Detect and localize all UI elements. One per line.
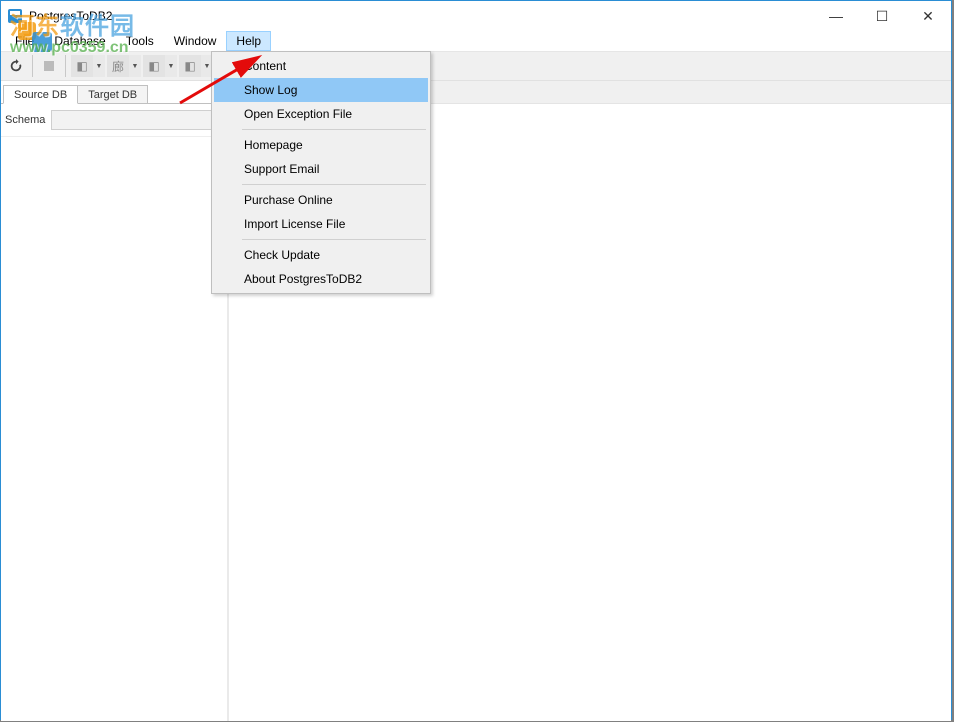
help-about[interactable]: About PostgresToDB2 [214,267,428,291]
tab-target-db[interactable]: Target DB [77,85,148,103]
menu-file[interactable]: File [5,31,44,51]
toolbar-dd2-icon: 廊 [107,55,129,77]
toolbar-dd3-icon: ◧ [143,55,165,77]
left-tabstrip: Source DB Target DB [1,81,227,103]
titlebar-controls: — ☐ ✕ [813,1,951,31]
chevron-down-icon: ▼ [129,55,141,77]
help-import-license-file[interactable]: Import License File [214,212,428,236]
app-icon [7,8,23,24]
help-content[interactable]: Content [214,54,428,78]
toolbar-refresh-icon[interactable] [5,55,27,77]
toolbar-dropdown-3[interactable]: ◧ ▼ [143,55,177,77]
help-open-exception-file[interactable]: Open Exception File [214,102,428,126]
chevron-down-icon: ▼ [93,55,105,77]
menubar: File Database Tools Window Help [1,31,951,52]
left-pane: Source DB Target DB Schema ▼ [1,81,229,721]
help-check-update[interactable]: Check Update [214,243,428,267]
app-window: PostgresToDB2 — ☐ ✕ File Database Tools … [0,0,952,720]
window-title: PostgresToDB2 [29,9,112,23]
help-support-email[interactable]: Support Email [214,157,428,181]
tab-source-db[interactable]: Source DB [3,85,78,104]
help-dropdown: Content Show Log Open Exception File Hom… [211,51,431,294]
menu-help[interactable]: Help [226,31,271,51]
toolbar-dropdown-1[interactable]: ◧ ▼ [71,55,105,77]
menu-separator [242,129,426,130]
help-purchase-online[interactable]: Purchase Online [214,188,428,212]
menu-separator [242,239,426,240]
help-homepage[interactable]: Homepage [214,133,428,157]
toolbar-separator [32,55,33,77]
toolbar-dd4-icon: ◧ [179,55,201,77]
titlebar-left: PostgresToDB2 [1,8,112,24]
close-button[interactable]: ✕ [905,1,951,31]
toolbar-separator [65,55,66,77]
toolbar-dd1-icon: ◧ [71,55,93,77]
schema-combobox[interactable]: ▼ [51,110,223,130]
toolbar-dropdown-2[interactable]: 廊 ▼ [107,55,141,77]
toolbar-action1-icon[interactable] [38,55,60,77]
schema-label: Schema [5,114,45,126]
minimize-button[interactable]: — [813,1,859,31]
chevron-down-icon: ▼ [165,55,177,77]
toolbar-dropdown-4[interactable]: ◧ ▼ [179,55,213,77]
menu-tools[interactable]: Tools [116,31,164,51]
menu-database[interactable]: Database [44,31,115,51]
maximize-button[interactable]: ☐ [859,1,905,31]
menu-separator [242,184,426,185]
schema-row: Schema ▼ [1,104,227,137]
client-area: Source DB Target DB Schema ▼ [1,81,951,721]
help-show-log[interactable]: Show Log [214,78,428,102]
titlebar: PostgresToDB2 — ☐ ✕ [1,1,951,31]
toolbar: ◧ ▼ 廊 ▼ ◧ ▼ ◧ ▼ [1,52,951,81]
menu-window[interactable]: Window [164,31,227,51]
left-body [1,137,227,721]
